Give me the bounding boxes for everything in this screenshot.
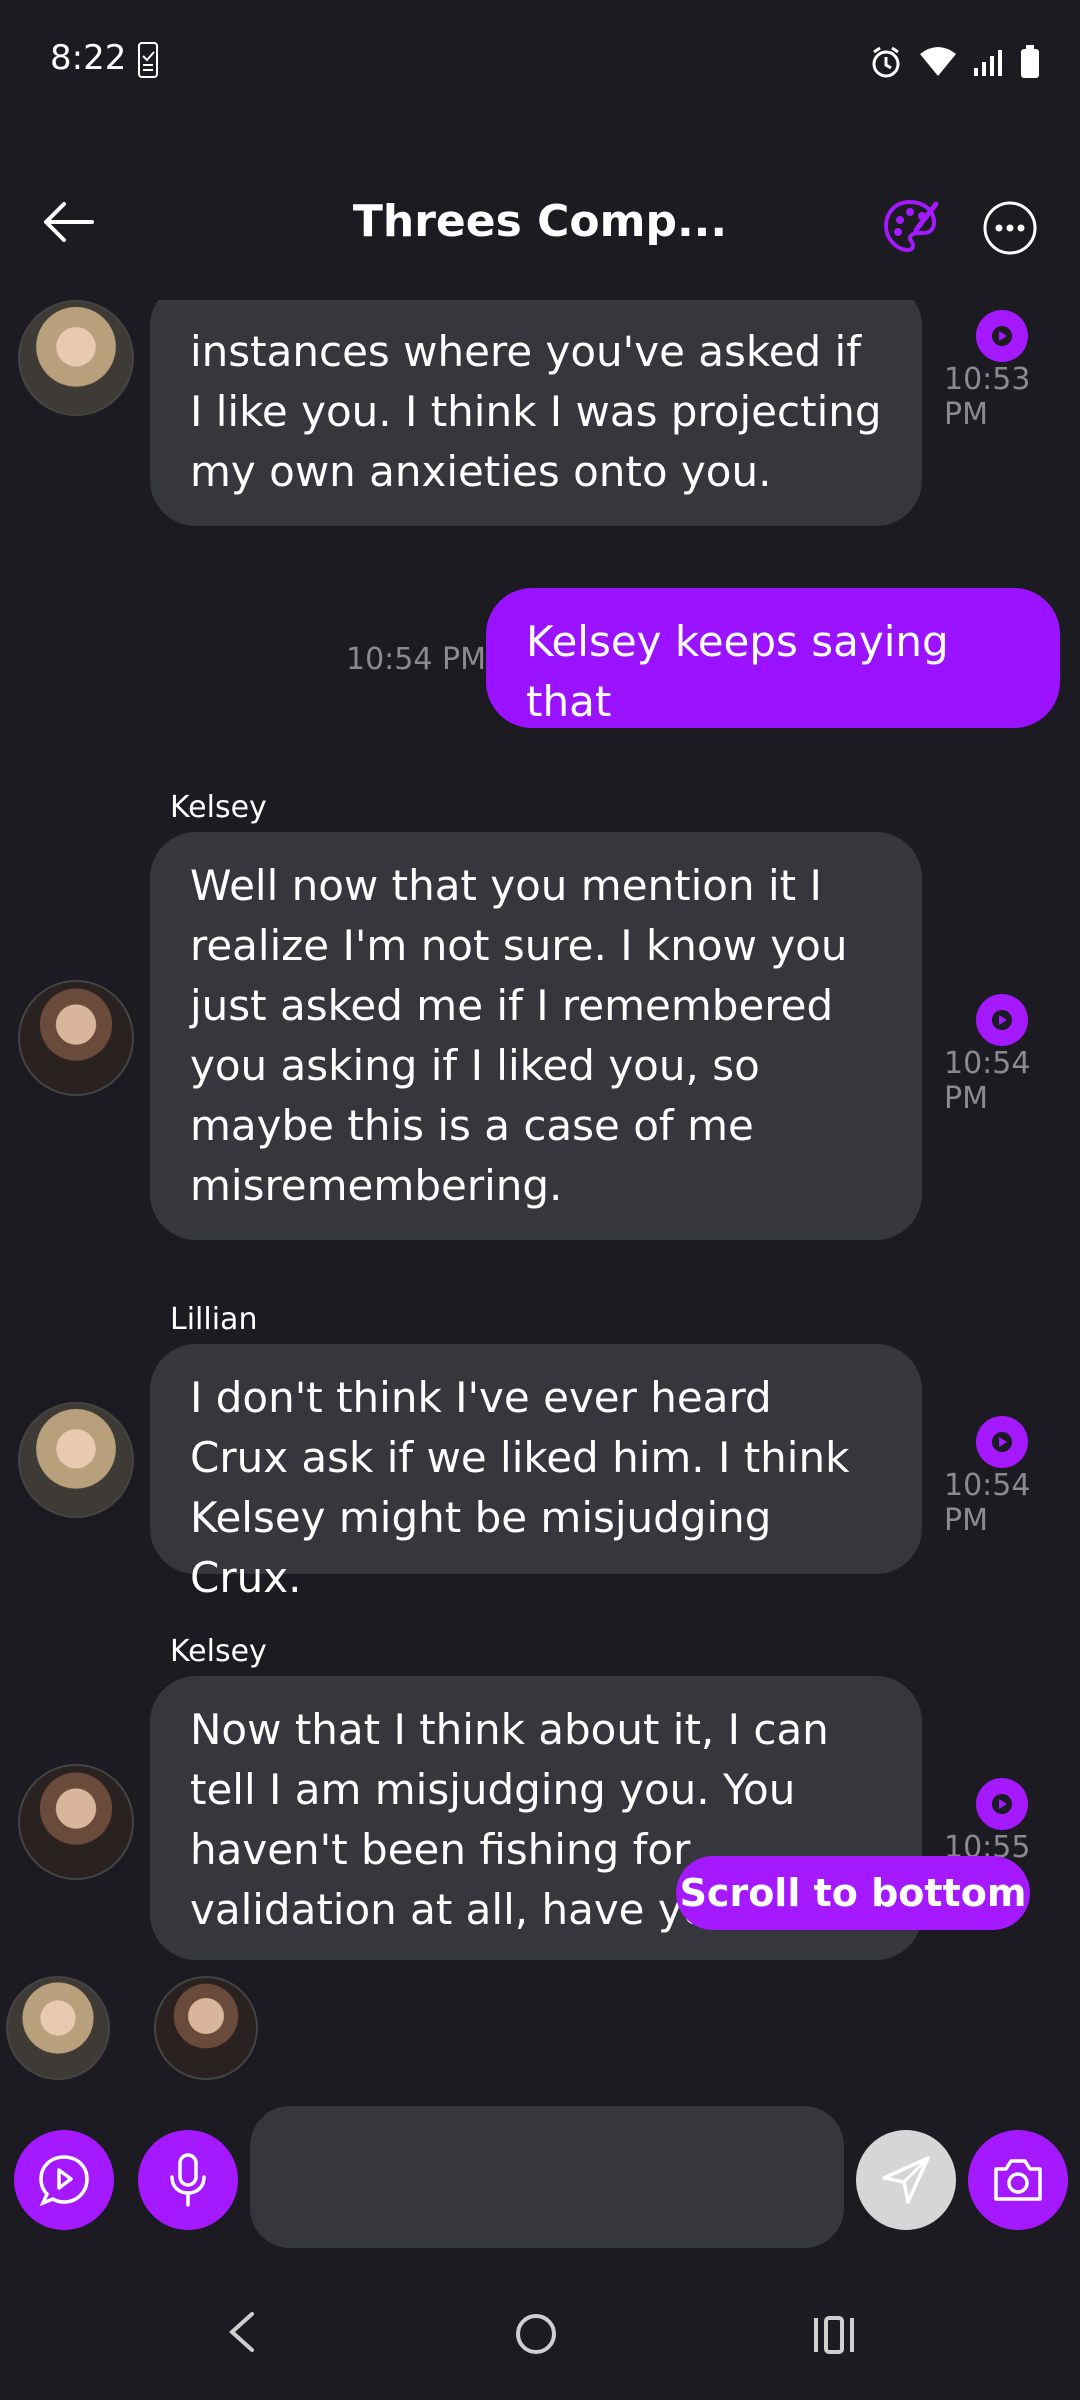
participant-avatar[interactable]: [6, 1976, 110, 2080]
avatar[interactable]: [18, 1764, 134, 1880]
video-chat-button[interactable]: [14, 2130, 114, 2230]
nav-back-icon: [229, 2312, 254, 2352]
message-time: 10:54 PM: [346, 642, 486, 677]
alarm-icon: [868, 44, 904, 84]
participant-avatar[interactable]: [154, 1976, 258, 2080]
message-bubble[interactable]: I don't think I've ever heard Crux ask i…: [150, 1344, 922, 1602]
nav-home-button[interactable]: [514, 2312, 558, 2360]
user-message-bubble[interactable]: Kelsey keeps saying that: [486, 588, 1060, 728]
message-time: 10:54 PM: [944, 1046, 1031, 1116]
battery-icon: [1020, 45, 1040, 83]
microphone-button[interactable]: [138, 2130, 238, 2230]
status-time: 8:22: [50, 38, 127, 78]
message-bubble[interactable]: instances where you've asked if I like y…: [150, 300, 922, 526]
message-text: Well now that you mention it I realize I…: [190, 861, 848, 1210]
message-time: 10:54 PM: [944, 1468, 1031, 1538]
message-bubble[interactable]: Well now that you mention it I realize I…: [150, 832, 922, 1240]
sender-name: Kelsey: [170, 1634, 267, 1669]
sender-name: Kelsey: [170, 790, 267, 825]
nav-recents-button[interactable]: [812, 2316, 856, 2358]
send-button[interactable]: [856, 2130, 956, 2230]
theme-button[interactable]: [880, 196, 940, 256]
video-chat-icon: [39, 2155, 89, 2207]
microphone-icon: [170, 2153, 206, 2207]
status-icons: [868, 44, 1040, 84]
sender-name: Lillian: [170, 1302, 258, 1337]
avatar[interactable]: [18, 980, 134, 1096]
message-text: instances where you've asked if I like y…: [190, 327, 882, 496]
camera-icon: [994, 2159, 1042, 2201]
message-time: 10:53 PM: [944, 362, 1031, 432]
more-horizontal-icon: [983, 201, 1037, 255]
play-icon: [992, 1432, 1012, 1452]
send-icon: [882, 2156, 930, 2204]
avatar[interactable]: [18, 300, 134, 416]
chat-messages[interactable]: instances where you've asked if I like y…: [0, 300, 1080, 2100]
wifi-icon: [918, 46, 958, 82]
nav-recents-icon: [814, 2316, 854, 2354]
more-options-button[interactable]: [982, 200, 1038, 256]
avatar[interactable]: [18, 1402, 134, 1518]
play-audio-button[interactable]: [976, 1416, 1028, 1468]
nav-back-button[interactable]: [222, 2310, 262, 2358]
play-icon: [992, 326, 1012, 346]
play-icon: [992, 1010, 1012, 1030]
play-icon: [992, 1794, 1012, 1814]
play-audio-button[interactable]: [976, 310, 1028, 362]
nav-home-icon: [516, 2314, 556, 2354]
palette-icon: [883, 199, 939, 253]
message-input[interactable]: [250, 2106, 844, 2248]
clipboard-check-icon: [138, 42, 158, 78]
play-audio-button[interactable]: [976, 994, 1028, 1046]
camera-button[interactable]: [968, 2130, 1068, 2230]
message-text: Kelsey keeps saying that: [526, 617, 949, 726]
scroll-to-bottom-button[interactable]: Scroll to bottom: [676, 1856, 1030, 1930]
message-text: I don't think I've ever heard Crux ask i…: [190, 1373, 850, 1602]
signal-icon: [972, 46, 1006, 82]
play-audio-button[interactable]: [976, 1778, 1028, 1830]
